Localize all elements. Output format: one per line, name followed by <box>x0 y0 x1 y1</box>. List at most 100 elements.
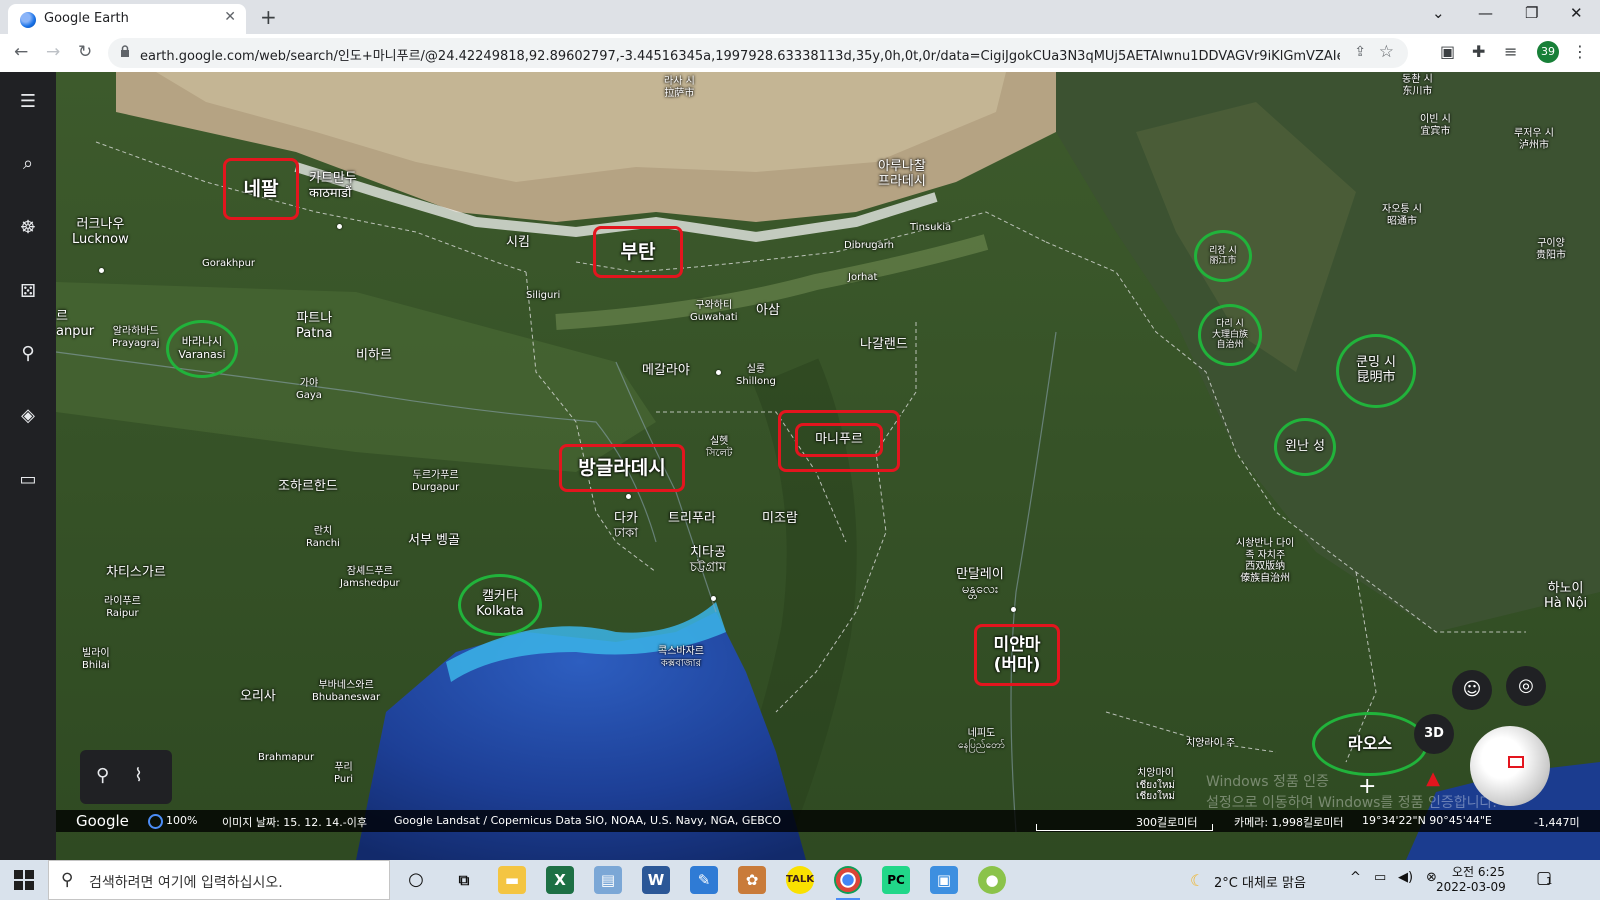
measure-ruler-icon[interactable]: ▭ <box>18 470 38 490</box>
tab-search-chevron-icon[interactable]: ⌄ <box>1432 4 1445 22</box>
shillong-dot <box>716 370 721 375</box>
bihar-label: 비하르 <box>356 348 392 363</box>
zigong-label: 자오퉁 시 昭通市 <box>1382 204 1422 227</box>
mini-globe-navigator[interactable] <box>1470 726 1550 806</box>
gorakhpur-label: Gorakhpur <box>202 258 256 269</box>
bhubaneswar-label: 부바네스와르 Bhubaneswar <box>312 680 381 703</box>
pycharm-icon[interactable]: PC <box>882 866 910 894</box>
yunnan-green-circle: 윈난 성 <box>1274 418 1336 476</box>
earth-sidebar: ☰ ⌕ ☸ ⚄ ⚲ ◈ ▭ <box>0 72 56 860</box>
network-icon[interactable]: ▭ <box>1374 870 1386 885</box>
forward-button[interactable]: → <box>46 42 60 62</box>
cortana-icon[interactable]: ○ <box>402 866 430 894</box>
file-explorer-icon[interactable]: ▬ <box>498 866 526 894</box>
jorhat-label: Jorhat <box>848 272 878 283</box>
siliguri-label: Siliguri <box>526 290 561 301</box>
nepal-red-box: 네팔 <box>223 158 299 220</box>
pegman-street-view-icon[interactable]: ☺ <box>1452 670 1492 710</box>
dibrugarh-label: Dibrugarh <box>844 240 895 251</box>
lijiang-annotation: 리장 시 丽江市 <box>1209 245 1237 266</box>
windows-taskbar: ⚲ 검색하려면 여기에 입력하십시오. ○ ⧉ ▬ X ▤ W ✎ ✿ TALK… <box>0 860 1600 900</box>
my-location-icon[interactable]: ◎ <box>1506 666 1546 706</box>
dhaka-dot <box>626 494 631 499</box>
camera-altitude: 카메라: 1,998킬로미터 <box>1234 816 1344 829</box>
map-style-layers-icon[interactable]: ◈ <box>18 406 38 426</box>
menu-icon[interactable]: ☰ <box>18 92 38 112</box>
add-placemark-icon[interactable]: ⚲ <box>96 765 109 786</box>
clock-date[interactable]: 2022-03-09 <box>1436 880 1506 894</box>
bandizip-icon[interactable]: ▣ <box>930 866 958 894</box>
back-button[interactable]: ← <box>14 42 28 62</box>
gaya-label: 가야 Gaya <box>296 378 322 401</box>
elevation: -1,447미 <box>1534 816 1580 829</box>
prayagraj-label: 알라하바드 Prayagraj <box>112 326 160 349</box>
address-bar[interactable]: earth.google.com/web/search/인도+마니푸르/@24.… <box>108 38 1408 68</box>
windows-start-button[interactable] <box>14 870 34 890</box>
lucknow-label: 러크나우 Lucknow <box>72 217 129 247</box>
maximize-button[interactable]: ❐ <box>1525 4 1538 22</box>
data-attribution[interactable]: Google Landsat / Copernicus Data SIO, NO… <box>394 814 781 827</box>
url-text[interactable]: earth.google.com/web/search/인도+마니푸르/@24.… <box>140 45 1340 64</box>
feeling-lucky-dice-icon[interactable]: ⚄ <box>18 282 38 302</box>
coxs-bazar-label: 콕스바자르 কক্সবাজার <box>658 646 704 669</box>
notepad-icon[interactable]: ▤ <box>594 866 622 894</box>
windows-activation-watermark: Windows 정품 인증 설정으로 이동하여 Windows를 정품 인증합니… <box>1206 774 1497 811</box>
paint-icon[interactable]: ✿ <box>738 866 766 894</box>
weather-text[interactable]: 2°C 대체로 맑음 <box>1214 872 1306 891</box>
kanpur-label: 르 anpur <box>56 309 95 339</box>
tinsukia-label: Tinsukia <box>910 222 952 233</box>
puri-label: 푸리 Puri <box>334 762 354 785</box>
tab-close-icon[interactable]: ✕ <box>224 9 236 25</box>
minimize-button[interactable]: — <box>1478 4 1493 22</box>
laos-annotation: 라오스 <box>1347 733 1393 753</box>
compass-icon[interactable]: ▲ <box>1418 768 1448 798</box>
green-app-icon[interactable]: ● <box>978 866 1006 894</box>
browser-menu-icon[interactable]: ⋮ <box>1572 42 1588 61</box>
search-icon[interactable]: ⌕ <box>18 154 38 174</box>
reload-button[interactable]: ↻ <box>78 42 92 62</box>
myanmar-red-box: 미얀마 (버마) <box>974 624 1060 686</box>
new-tab-button[interactable]: + <box>260 5 277 29</box>
excel-icon[interactable]: X <box>546 866 574 894</box>
assam-label: 아삼 <box>756 303 780 318</box>
notification-count: 1 <box>1546 876 1553 887</box>
globe-viewport-marker <box>1508 756 1524 768</box>
task-view-icon[interactable]: ⧉ <box>450 866 478 894</box>
bookmark-star-icon[interactable]: ☆ <box>1379 42 1394 62</box>
profile-avatar[interactable]: 39 <box>1537 41 1559 63</box>
share-icon[interactable]: ⇪ <box>1354 44 1366 60</box>
toggle-3d-button[interactable]: 3D <box>1414 714 1454 754</box>
clock-time[interactable]: 오전 6:25 <box>1452 863 1505 880</box>
draw-path-icon[interactable]: ⌇ <box>134 765 143 786</box>
lucknow-dot <box>99 268 104 273</box>
raipur-label: 라이푸르 Raipur <box>104 596 141 619</box>
close-window-button[interactable]: ✕ <box>1570 4 1583 22</box>
xishuangbanna-label: 시솽반나 다이 족 자치주 西双版纳 傣族自治州 <box>1236 538 1295 584</box>
word-icon[interactable]: W <box>642 866 670 894</box>
media-control-icon[interactable]: ≡ <box>1504 42 1517 61</box>
tab-title: Google Earth <box>44 11 129 26</box>
volume-icon[interactable]: ◀) <box>1398 870 1413 885</box>
chittagong-dot <box>711 596 716 601</box>
snipping-tool-icon[interactable]: ✎ <box>690 866 718 894</box>
bhutan-annotation: 부탄 <box>620 240 656 263</box>
manipur-outer-red-box: 마니푸르 <box>778 410 900 472</box>
earth-map-view[interactable]: 카트만두 काठमाडौं 러크나우 Lucknow Gorakhpur 파트나… <box>56 72 1600 860</box>
kathmandu-dot <box>337 224 342 229</box>
tab-google-earth[interactable]: Google Earth ✕ <box>8 4 246 34</box>
shillong-label: 실롱 Shillong <box>736 364 776 387</box>
laos-green-circle: 라오스 <box>1312 712 1428 776</box>
dali-green-circle: 다리 시 大理白族 自治州 <box>1198 304 1262 366</box>
chrome-icon[interactable] <box>834 866 862 900</box>
yibin-label: 이빈 시 宜宾市 <box>1420 114 1451 137</box>
taskbar-search-box[interactable]: ⚲ 검색하려면 여기에 입력하십시오. <box>48 860 390 900</box>
voyager-icon[interactable]: ☸ <box>18 218 38 238</box>
extension-icon[interactable]: ▣ <box>1440 42 1455 61</box>
jharkhand-label: 조하르한드 <box>278 479 338 494</box>
center-crosshair-icon: + <box>1358 774 1377 799</box>
qujing-label: 구이양 贵阳市 <box>1536 238 1566 261</box>
projects-pin-icon[interactable]: ⚲ <box>18 344 38 364</box>
extensions-puzzle-icon[interactable]: ✚ <box>1472 42 1485 61</box>
tray-expand-icon[interactable]: ^ <box>1350 870 1361 885</box>
kakaotalk-icon[interactable]: TALK <box>786 866 814 894</box>
